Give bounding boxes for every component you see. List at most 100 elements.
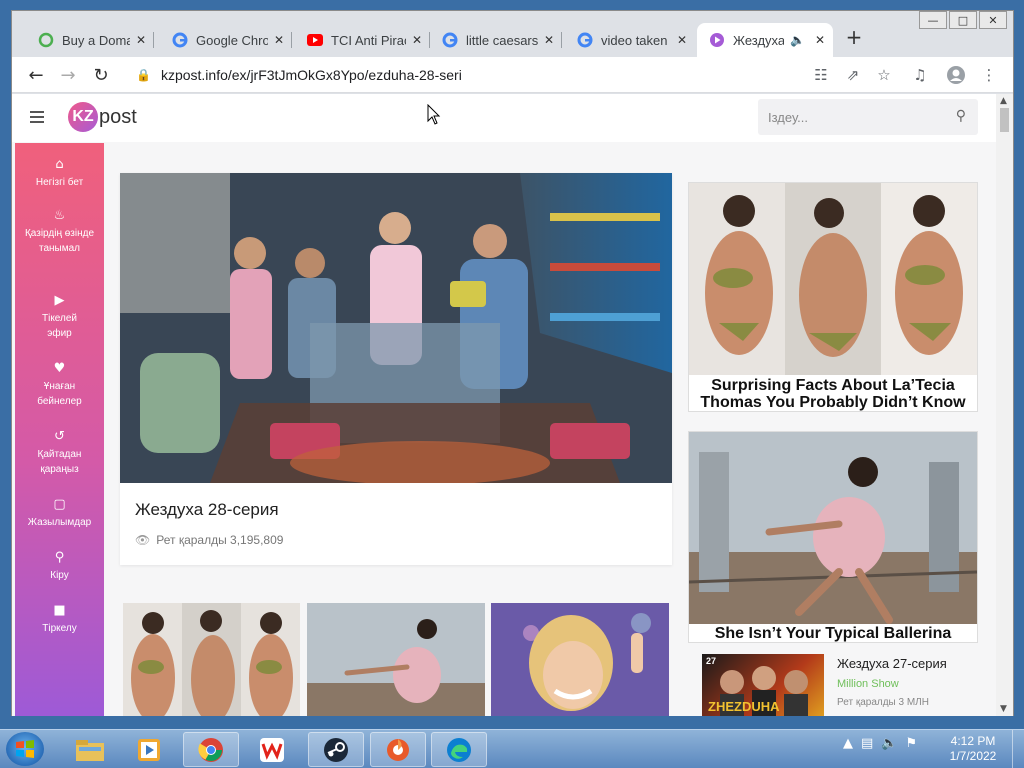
tab-buy-domain[interactable]: Buy a Domai ✕ (26, 23, 154, 57)
ad-caption[interactable]: Surprising Facts About La’Tecia Thomas Y… (689, 377, 977, 411)
back-button[interactable]: ← (24, 63, 48, 87)
hamburger-menu-icon[interactable] (30, 111, 44, 123)
sponsored-ad[interactable]: Surprising Facts About La’Tecia Thomas Y… (688, 182, 978, 412)
ad-image[interactable] (689, 432, 977, 624)
profile-avatar-icon[interactable] (945, 64, 967, 86)
star-icon[interactable]: ☆ (873, 64, 895, 86)
speaker-icon[interactable]: 🔈 (790, 33, 805, 47)
file-explorer-icon[interactable] (62, 732, 118, 767)
scroll-down-icon[interactable]: ▼ (1000, 704, 1007, 714)
network-icon[interactable]: ▤ (861, 736, 873, 751)
close-icon[interactable]: ✕ (815, 33, 825, 47)
related-views: Рет қаралды 3 МЛН (837, 697, 929, 708)
lock-icon[interactable]: 🔒 (136, 68, 151, 82)
views-count: Рет қаралды 3,195,809 (156, 533, 284, 547)
ad-image[interactable] (689, 183, 977, 375)
taskbar-clock[interactable]: 4:12 PM 1/7/2022 (940, 734, 1006, 764)
wps-office-icon[interactable] (244, 732, 300, 767)
tab-tci-anti-piracy[interactable]: TCI Anti Pirac ✕ (295, 23, 430, 57)
key-icon: ⚲ (54, 550, 65, 565)
sidebar-item-home[interactable]: ⌂ Негізгі бет (15, 157, 104, 190)
related-thumbnail[interactable]: 27 ZHEZDUHA (702, 654, 824, 716)
maximize-button[interactable]: □ (949, 11, 977, 29)
new-tab-button[interactable]: + (842, 25, 866, 49)
main-video-card[interactable]: Жездуха 28-серия 👁 Рет қаралды 3,195,809 (120, 173, 672, 565)
tab-title: TCI Anti Pirac (331, 32, 406, 48)
volume-icon[interactable]: 🔈 (881, 736, 897, 751)
app-icon[interactable] (370, 732, 426, 767)
reload-button[interactable]: ↻ (89, 63, 113, 87)
history-icon: ↺ (54, 429, 65, 444)
menu-dots-icon[interactable]: ⋮ (978, 64, 1000, 86)
sidebar-item-trending[interactable]: ♨ Қазірдің өзінде танымал (15, 208, 104, 256)
heart-icon: ♥ (53, 361, 66, 376)
video-thumbnail[interactable] (123, 603, 300, 716)
video-title[interactable]: Жездуха 28-серия (135, 500, 279, 520)
sidebar-item-liked[interactable]: ♥ Ұнаған бейнелер (15, 361, 104, 409)
play-icon (709, 32, 725, 48)
url-text: kzpost.info/ex/jrF3tJmOkGx8Ypo/ezduha-28… (160, 67, 462, 83)
live-icon: ▶ (54, 293, 65, 308)
media-control-icon[interactable]: ♫ (909, 64, 931, 86)
browser-window: — □ ✕ Buy a Domai ✕ Google Chron ✕ TCI A… (11, 10, 1014, 716)
site-logo[interactable]: KZ post (68, 102, 137, 132)
tab-title: little caesars (466, 32, 538, 48)
related-channel[interactable]: Million Show (837, 678, 899, 690)
video-thumbnail[interactable] (120, 173, 672, 483)
ad-caption[interactable]: She Isn’t Your Typical Ballerina (689, 625, 977, 642)
sidebar-item-history[interactable]: ↺ Қайтадан қараңыз (15, 429, 104, 477)
close-icon[interactable]: ✕ (544, 33, 554, 47)
media-player-icon[interactable] (121, 732, 177, 767)
sidebar-item-subscriptions[interactable]: ▢ Жазылымдар (15, 497, 104, 530)
search-icon[interactable]: ⚲ (956, 108, 966, 124)
sidebar-item-login[interactable]: ⚲ Кіру (15, 550, 104, 583)
clock-date: 1/7/2022 (949, 749, 997, 763)
tab-video-taken[interactable]: video taken o ✕ (565, 23, 695, 57)
page-viewport: KZ post Іздеу... ⚲ ⌂ Негізгі бет ♨ Қазір… (12, 94, 997, 716)
ad-caption-line: Thomas You Probably Didn’t Know (700, 394, 966, 411)
tab-little-caesars[interactable]: little caesars ✕ (430, 23, 562, 57)
page-scrollbar[interactable]: ▲ ▼ (996, 94, 1013, 716)
video-views: 👁 Рет қаралды 3,195,809 (135, 533, 283, 547)
tab-title: Buy a Domai (62, 32, 130, 48)
sidebar-item-label: Негізгі бет (35, 177, 84, 188)
logo-mark: KZ (68, 102, 98, 132)
folder-icon: ▢ (53, 497, 66, 512)
youtube-icon (307, 32, 323, 48)
steam-icon[interactable] (308, 732, 364, 767)
start-button[interactable] (6, 732, 44, 766)
scroll-up-icon[interactable]: ▲ (1000, 96, 1007, 106)
fire-icon: ♨ (53, 208, 66, 223)
minimize-button[interactable]: — (919, 11, 947, 29)
sidebar-item-label: Тіркелу (42, 623, 77, 634)
close-window-button[interactable]: ✕ (979, 11, 1007, 29)
sidebar-item-live[interactable]: ▶ Тікелей эфир (15, 293, 104, 341)
chrome-icon[interactable] (183, 732, 239, 767)
sponsored-ad[interactable]: She Isn’t Your Typical Ballerina (688, 431, 978, 643)
show-desktop-button[interactable] (1012, 730, 1024, 768)
sidebar-item-register[interactable]: ■ Тіркелу (15, 603, 104, 636)
close-icon[interactable]: ✕ (677, 33, 687, 47)
tab-google-chrome[interactable]: Google Chron ✕ (160, 23, 292, 57)
close-icon[interactable]: ✕ (136, 33, 146, 47)
scrollbar-thumb[interactable] (1000, 108, 1009, 132)
close-icon[interactable]: ✕ (274, 33, 284, 47)
domain-site-icon (38, 32, 54, 48)
sidebar-item-label: Жазылымдар (27, 517, 92, 528)
translate-icon[interactable]: ☷ (810, 64, 832, 86)
related-title[interactable]: Жездуха 27-серия (837, 656, 947, 671)
tab-zhezduha[interactable]: Жездуха 🔈 ✕ (697, 23, 833, 57)
tab-title: Жездуха (733, 32, 784, 48)
home-icon: ⌂ (55, 157, 64, 172)
action-center-icon[interactable]: ⚑ (905, 736, 917, 751)
search-input[interactable]: Іздеу... ⚲ (758, 99, 978, 135)
video-thumbnail[interactable] (491, 603, 669, 716)
share-icon[interactable]: ⇗ (842, 64, 864, 86)
forward-button[interactable]: → (56, 63, 80, 87)
related-video[interactable]: 27 ZHEZDUHA Жездуха 27-серия Million Sho… (702, 654, 982, 716)
address-bar[interactable]: 🔒 kzpost.info/ex/jrF3tJmOkGx8Ypo/ezduha-… (124, 60, 904, 90)
edge-icon[interactable] (431, 732, 487, 767)
close-icon[interactable]: ✕ (412, 33, 422, 47)
show-hidden-icons-icon[interactable]: ▲ (843, 736, 853, 751)
video-thumbnail[interactable] (307, 603, 485, 716)
